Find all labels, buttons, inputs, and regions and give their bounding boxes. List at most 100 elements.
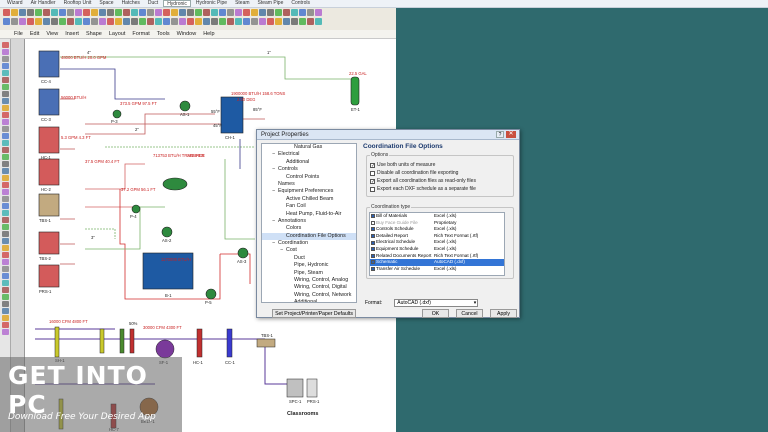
stencil-tool-icon[interactable] bbox=[1, 301, 9, 307]
option-checkbox-row[interactable]: Export each DXF schedule as a separate f… bbox=[370, 185, 510, 193]
menu-item[interactable]: Format bbox=[132, 31, 149, 37]
toolbar-tool-icon[interactable] bbox=[259, 9, 266, 16]
tree-item[interactable]: Heat Pump, Fluid-to-Air bbox=[262, 211, 356, 218]
menu-item[interactable]: Tools bbox=[157, 31, 170, 37]
toolbar-tool-icon[interactable] bbox=[3, 18, 10, 25]
toolbar-tool-icon[interactable] bbox=[187, 9, 194, 16]
toolbar-tool-icon[interactable] bbox=[27, 9, 34, 16]
tree-item[interactable]: − Cost bbox=[262, 247, 356, 254]
ribbon-tab[interactable]: Controls bbox=[288, 0, 313, 7]
checkbox[interactable] bbox=[371, 214, 375, 219]
toolbar-tool-icon[interactable] bbox=[43, 9, 50, 16]
stencil-tool-icon[interactable] bbox=[1, 112, 9, 118]
toolbar-tool-icon[interactable] bbox=[99, 18, 106, 25]
toolbar-tool-icon[interactable] bbox=[11, 18, 18, 25]
tree-item[interactable]: − Controls bbox=[262, 166, 356, 173]
coordination-type-row[interactable]: Schematic AutoCAD (.dxf) bbox=[370, 259, 504, 266]
tree-item[interactable]: − Annotations bbox=[262, 218, 356, 225]
toolbar-tool-icon[interactable] bbox=[83, 9, 90, 16]
stencil-tool-icon[interactable] bbox=[1, 70, 9, 76]
toolbar-tool-icon[interactable] bbox=[267, 9, 274, 16]
toolbar-tool-icon[interactable] bbox=[131, 18, 138, 25]
stencil-tool-icon[interactable] bbox=[1, 84, 9, 90]
stencil-tool-icon[interactable] bbox=[1, 77, 9, 83]
tree-item[interactable]: Pipe, Steam bbox=[262, 270, 356, 277]
stencil-tool-icon[interactable] bbox=[1, 168, 9, 174]
toolbar-tool-icon[interactable] bbox=[155, 18, 162, 25]
checkbox[interactable] bbox=[371, 260, 375, 265]
tree-item[interactable]: Wiring, Control, Network bbox=[262, 292, 356, 299]
tree-item[interactable]: Fan Coil bbox=[262, 203, 356, 210]
checkbox[interactable] bbox=[371, 220, 375, 225]
stencil-tool-icon[interactable] bbox=[1, 308, 9, 314]
toolbar-tool-icon[interactable] bbox=[195, 9, 202, 16]
toolbar-tool-icon[interactable] bbox=[275, 18, 282, 25]
tree-item[interactable]: Colors bbox=[262, 225, 356, 232]
toolbar-tool-icon[interactable] bbox=[227, 9, 234, 16]
tree-item[interactable]: Natural Gas bbox=[262, 144, 356, 151]
ok-button[interactable]: OK bbox=[422, 309, 449, 318]
tree-item[interactable]: Duct bbox=[262, 255, 356, 262]
stencil-tool-icon[interactable] bbox=[1, 273, 9, 279]
toolbar-tool-icon[interactable] bbox=[123, 9, 130, 16]
ribbon-tab[interactable]: Wizard bbox=[4, 0, 26, 7]
coordination-type-row[interactable]: Transfer Air Schedule Excel (.xls) bbox=[370, 266, 504, 273]
ribbon-tab[interactable]: Steam bbox=[232, 0, 252, 7]
toolbar-tool-icon[interactable] bbox=[291, 9, 298, 16]
toolbar-tool-icon[interactable] bbox=[123, 18, 130, 25]
ribbon-tab[interactable]: Duct bbox=[145, 0, 161, 7]
coordination-type-row[interactable]: Detailed Report Rich Text Format (.rtf) bbox=[370, 233, 504, 240]
tree-item[interactable]: − Electrical bbox=[262, 151, 356, 158]
option-checkbox-row[interactable]: ✓ Export all coordination files as read-o… bbox=[370, 177, 510, 185]
toolbar-tool-icon[interactable] bbox=[67, 18, 74, 25]
toolbar-tool-icon[interactable] bbox=[51, 9, 58, 16]
toolbar-tool-icon[interactable] bbox=[147, 18, 154, 25]
stencil-tool-icon[interactable] bbox=[1, 49, 9, 55]
toolbar-tool-icon[interactable] bbox=[3, 9, 10, 16]
toolbar-tool-icon[interactable] bbox=[91, 9, 98, 16]
stencil-tool-icon[interactable] bbox=[1, 133, 9, 139]
toolbar-tool-icon[interactable] bbox=[75, 9, 82, 16]
menu-item[interactable]: Edit bbox=[30, 31, 39, 37]
toolbar-tool-icon[interactable] bbox=[307, 18, 314, 25]
toolbar-tool-icon[interactable] bbox=[195, 18, 202, 25]
toolbar-tool-icon[interactable] bbox=[203, 18, 210, 25]
toolbar-tool-icon[interactable] bbox=[179, 9, 186, 16]
toolbar-tool-icon[interactable] bbox=[43, 18, 50, 25]
menu-item[interactable]: Shape bbox=[86, 31, 102, 37]
stencil-tool-icon[interactable] bbox=[1, 119, 9, 125]
toolbar-tool-icon[interactable] bbox=[315, 9, 322, 16]
coordination-type-row[interactable]: Electrical Schedule Excel (.xls) bbox=[370, 239, 504, 246]
stencil-tool-icon[interactable] bbox=[1, 280, 9, 286]
toolbar-tool-icon[interactable] bbox=[251, 9, 258, 16]
tree-item[interactable]: Wiring, Control, Digital bbox=[262, 284, 356, 291]
toolbar-tool-icon[interactable] bbox=[283, 18, 290, 25]
toolbar-tool-icon[interactable] bbox=[219, 9, 226, 16]
stencil-tool-icon[interactable] bbox=[1, 182, 9, 188]
stencil-tool-icon[interactable] bbox=[1, 210, 9, 216]
toolbar-tool-icon[interactable] bbox=[115, 9, 122, 16]
toolbar-tool-icon[interactable] bbox=[163, 18, 170, 25]
ribbon-tab[interactable]: Hatches bbox=[119, 0, 143, 7]
coordination-type-row[interactable]: Controls Schedule Excel (.xls) bbox=[370, 226, 504, 233]
checkbox[interactable] bbox=[370, 170, 375, 176]
toolbar-tool-icon[interactable] bbox=[219, 18, 226, 25]
toolbar-tool-icon[interactable] bbox=[299, 18, 306, 25]
toolbar-tool-icon[interactable] bbox=[235, 9, 242, 16]
stencil-tool-icon[interactable] bbox=[1, 231, 9, 237]
toolbar-tool-icon[interactable] bbox=[203, 9, 210, 16]
toolbar-tool-icon[interactable] bbox=[107, 18, 114, 25]
toolbar-tool-icon[interactable] bbox=[267, 18, 274, 25]
toolbar-tool-icon[interactable] bbox=[107, 9, 114, 16]
toolbar-tool-icon[interactable] bbox=[211, 9, 218, 16]
tree-item[interactable]: − Equipment Preferences bbox=[262, 188, 356, 195]
menu-item[interactable]: Layout bbox=[109, 31, 126, 37]
tree-item[interactable]: Pipe, Hydronic bbox=[262, 262, 356, 269]
stencil-tool-icon[interactable] bbox=[1, 147, 9, 153]
stencil-tool-icon[interactable] bbox=[1, 266, 9, 272]
stencil-tool-icon[interactable] bbox=[1, 42, 9, 48]
coordination-type-row[interactable]: Equipment Schedule Excel (.xls) bbox=[370, 246, 504, 253]
toolbar-tool-icon[interactable] bbox=[35, 18, 42, 25]
stencil-tool-icon[interactable] bbox=[1, 287, 9, 293]
toolbar-tool-icon[interactable] bbox=[131, 9, 138, 16]
